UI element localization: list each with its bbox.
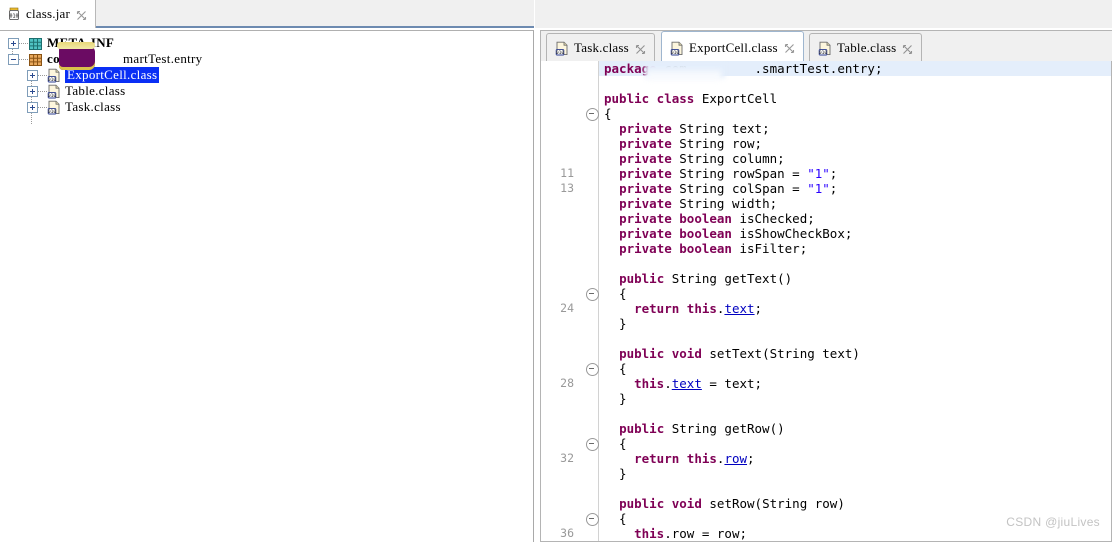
code-line: return this.text;	[634, 301, 763, 316]
code-line: private String row;	[619, 136, 763, 151]
code-line: private String column;	[619, 151, 785, 166]
tree-item-task-class[interactable]: 010 Task.class	[0, 99, 533, 115]
code-line: private boolean isFilter;	[619, 241, 808, 256]
class-file-icon: 010	[818, 41, 832, 56]
code-line: private boolean isChecked;	[619, 211, 815, 226]
code-line: private String width;	[619, 196, 778, 211]
code-line: public class ExportCell	[604, 91, 778, 106]
expand-plus-icon[interactable]	[8, 37, 19, 49]
tab-label: ExportCell.class	[689, 39, 778, 55]
code-line: public void setText(String text)	[619, 346, 860, 361]
tab-task-class[interactable]: 010 Task.class	[546, 33, 655, 62]
code-line: public void setRow(String row)	[619, 496, 845, 511]
class-file-icon: 010	[47, 68, 61, 83]
close-icon[interactable]	[635, 43, 646, 54]
jar-tree[interactable]: META-INF com martTest.entry	[0, 30, 534, 542]
code-line: public String getRow()	[619, 421, 785, 436]
jar-icon: 010	[7, 7, 21, 21]
line-number: 11	[560, 166, 574, 180]
line-number: 28	[560, 376, 574, 390]
code-line: return this.row;	[634, 451, 755, 466]
fold-collapse-icon[interactable]	[586, 513, 599, 526]
code-line: private boolean isShowCheckBox;	[619, 226, 853, 241]
code-line: {	[604, 286, 627, 301]
code-editor[interactable]: 11 13 24 28 32 36 package com .smartTest…	[540, 61, 1112, 542]
expand-plus-icon[interactable]	[27, 69, 38, 81]
svg-text:010: 010	[556, 50, 565, 56]
close-icon[interactable]	[784, 42, 795, 54]
code-line: this.text = text;	[634, 376, 763, 391]
tab-exportcell-class[interactable]: 010 ExportCell.class	[661, 31, 804, 63]
code-line: }	[604, 316, 627, 331]
tree-item-label: Table.class	[65, 83, 126, 98]
code-text[interactable]: package com .smartTest.entry; public cla…	[599, 61, 1111, 541]
code-line: }	[604, 391, 627, 406]
tree-item-label-suffix: martTest.entry	[123, 51, 203, 66]
redaction-overlay	[57, 42, 95, 70]
tree-connector	[38, 74, 47, 76]
code-line: private String text;	[619, 121, 770, 136]
close-icon[interactable]	[902, 43, 913, 54]
editor-tab-bar: 010 Task.class 010 ExportCell.class 010 …	[540, 30, 1112, 63]
tree-connector	[38, 90, 47, 92]
code-line: private String colSpan = "1";	[619, 181, 838, 196]
tab-label: Task.class	[574, 40, 629, 55]
tree-item-label: Task.class	[65, 99, 121, 114]
code-line: {	[604, 361, 627, 376]
tree-connector	[38, 106, 47, 108]
line-number: 13	[560, 181, 574, 195]
class-file-icon: 010	[555, 41, 569, 56]
close-icon[interactable]	[76, 9, 87, 20]
tab-label: class.jar	[26, 6, 71, 21]
tab-label: Table.class	[837, 40, 897, 55]
svg-text:010: 010	[9, 13, 18, 19]
editor-top-strip	[535, 0, 1112, 28]
package-folder-icon	[28, 52, 43, 67]
tree-connector	[19, 58, 28, 60]
svg-text:010: 010	[48, 93, 57, 99]
redaction-overlay	[647, 71, 721, 81]
code-line: private String rowSpan = "1";	[619, 166, 838, 181]
line-number: 32	[560, 451, 574, 465]
jar-explorer-panel: 010 class.jar martTest.entry 010 ExportC…	[0, 0, 534, 542]
code-line: }	[604, 466, 627, 481]
code-folding-strip[interactable]	[578, 61, 599, 541]
svg-text:010: 010	[48, 109, 57, 115]
fold-collapse-icon[interactable]	[586, 363, 599, 376]
collapse-minus-icon[interactable]	[8, 53, 19, 65]
expand-plus-icon[interactable]	[27, 85, 38, 97]
package-folder-icon	[28, 36, 43, 51]
class-file-icon: 010	[670, 41, 684, 56]
code-line: {	[604, 436, 627, 451]
expand-plus-icon[interactable]	[27, 101, 38, 113]
class-file-icon: 010	[47, 84, 61, 99]
editor-panel: 010 Task.class 010 ExportCell.class 010 …	[535, 0, 1112, 542]
code-line: public String getText()	[619, 271, 793, 286]
tab-table-class[interactable]: 010 Table.class	[809, 33, 923, 62]
fold-collapse-icon[interactable]	[586, 288, 599, 301]
watermark: CSDN @jiuLives	[1006, 515, 1100, 529]
svg-text:010: 010	[671, 50, 680, 56]
tab-class-jar[interactable]: 010 class.jar	[0, 0, 97, 28]
svg-text:010: 010	[48, 77, 57, 83]
tree-connector	[19, 42, 28, 44]
line-number: 36	[560, 526, 574, 540]
jar-tab-bar: 010 class.jar	[0, 0, 534, 28]
svg-text:010: 010	[819, 50, 828, 56]
code-line: {	[604, 106, 612, 121]
line-number: 24	[560, 301, 574, 315]
line-number-gutter: 11 13 24 28 32 36	[541, 61, 578, 541]
tree-item-table-class[interactable]: 010 Table.class	[0, 83, 533, 99]
fold-collapse-icon[interactable]	[586, 108, 599, 121]
class-file-icon: 010	[47, 100, 61, 115]
fold-collapse-icon[interactable]	[586, 438, 599, 451]
